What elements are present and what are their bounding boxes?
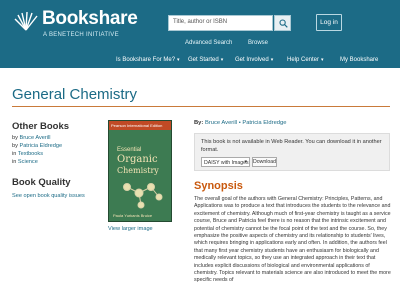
cover-author: Paula Yurkanis Bruice	[113, 213, 153, 218]
author-link-bruce-averill[interactable]: Bruce Averill	[19, 135, 50, 141]
logo-text: Bookshare	[42, 8, 138, 29]
chevron-down-icon: ▾	[177, 57, 180, 63]
nav-get-involved[interactable]: Get Involved ▾	[235, 57, 273, 63]
nav-label: Get Started	[188, 57, 219, 63]
browse-link[interactable]: Browse	[248, 40, 268, 46]
advanced-search-link[interactable]: Advanced Search	[185, 40, 232, 46]
byline: By: Bruce Averill • Patricia Eldredge	[194, 120, 286, 126]
cover-title-line: Essential	[117, 147, 142, 153]
book-quality-heading: Book Quality	[12, 177, 71, 188]
chevron-down-icon: ▾	[270, 57, 274, 63]
cover-edition-band: Pearson International Edition	[109, 121, 171, 130]
download-button[interactable]: Download	[252, 157, 277, 167]
nav-label: My Bookshare	[340, 57, 379, 63]
chevron-down-icon: ▾	[244, 159, 247, 165]
cover-title-line: Organic	[117, 154, 158, 165]
synopsis-heading: Synopsis	[194, 180, 243, 192]
category-link-science[interactable]: Science	[18, 159, 38, 165]
search-input[interactable]: Title, author or ISBN	[168, 15, 273, 31]
other-books-item: in Textbooks	[12, 151, 43, 157]
other-books-item: by Bruce Averill	[12, 135, 50, 141]
nav-is-bookshare-for-me[interactable]: Is Bookshare For Me? ▾	[116, 57, 180, 63]
bookshare-logo[interactable]: Bookshare A BENETECH INITIATIVE	[12, 8, 138, 44]
category-link-textbooks[interactable]: Textbooks	[18, 151, 43, 157]
format-selected-value: DAISY with Images	[204, 159, 249, 166]
cover-title-line: Chemistry	[117, 166, 159, 175]
nav-help-center[interactable]: Help Center ▾	[287, 57, 324, 63]
by-label: By:	[194, 120, 204, 126]
nav-label: Help Center	[287, 57, 320, 63]
other-books-item: in Science	[12, 159, 38, 165]
nav-label: Get Involved	[235, 57, 269, 63]
search-button[interactable]	[274, 15, 291, 31]
site-header: Bookshare A BENETECH INITIATIVE Title, a…	[0, 0, 400, 68]
author-link-patricia-eldredge[interactable]: Patricia Eldredge	[19, 143, 62, 149]
synopsis-text: The overall goal of the authors with Gen…	[194, 196, 391, 284]
quality-issues-link[interactable]: See open book quality issues	[12, 193, 85, 199]
search-icon	[279, 19, 288, 28]
book-fan-icon	[14, 11, 38, 31]
login-button[interactable]: Log in	[316, 14, 342, 31]
nav-get-started[interactable]: Get Started ▾	[188, 57, 223, 63]
page-title: General Chemistry	[12, 86, 138, 103]
chevron-down-icon: ▾	[321, 57, 324, 63]
other-books-heading: Other Books	[12, 121, 70, 132]
view-larger-image-link[interactable]: View larger image	[108, 226, 153, 232]
molecule-illustration	[123, 183, 163, 209]
logo-subtitle: A BENETECH INITIATIVE	[43, 32, 119, 38]
main-nav: Is Bookshare For Me? ▾ Get Started ▾ Get I…	[0, 54, 400, 68]
notice-text: This book is not available in Web Reader…	[201, 139, 382, 153]
format-select[interactable]: DAISY with Images ▾	[201, 157, 250, 167]
availability-notice: This book is not available in Web Reader…	[194, 133, 390, 171]
chevron-down-icon: ▾	[220, 57, 224, 63]
title-divider	[12, 106, 390, 107]
nav-label: Is Bookshare For Me?	[116, 57, 176, 63]
nav-my-bookshare[interactable]: My Bookshare	[340, 57, 378, 63]
authors-links[interactable]: Bruce Averill • Patricia Eldredge	[205, 120, 287, 126]
book-cover-image[interactable]: Pearson International Edition Essential …	[108, 120, 172, 222]
other-books-item: by Patricia Eldredge	[12, 143, 62, 149]
